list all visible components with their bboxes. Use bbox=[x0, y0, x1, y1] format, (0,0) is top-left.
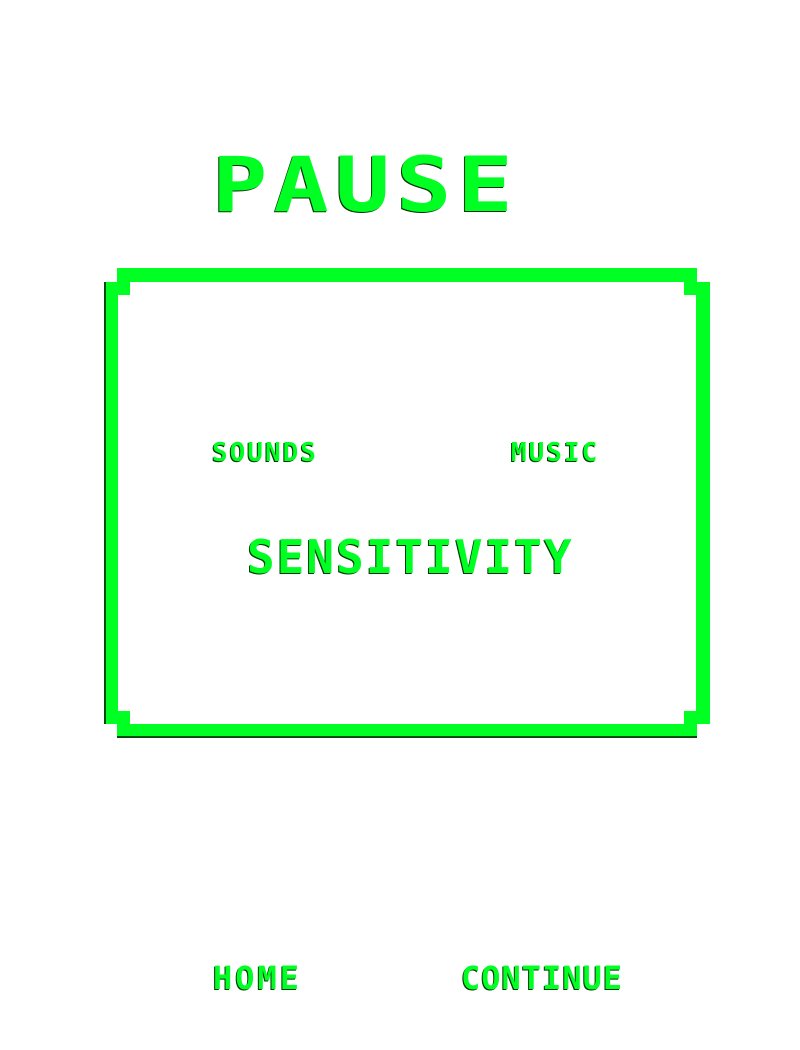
continue-button[interactable]: CONTINUE bbox=[461, 962, 623, 994]
panel-corner-tr bbox=[684, 282, 697, 295]
panel-corner-br bbox=[684, 711, 697, 724]
sounds-option[interactable]: SOUNDS bbox=[212, 440, 318, 466]
panel-shadow-bottom bbox=[117, 736, 697, 738]
music-option[interactable]: MUSIC bbox=[511, 440, 599, 466]
panel-border-right bbox=[696, 282, 710, 724]
panel-shadow-left bbox=[104, 282, 106, 724]
panel-corner-tl bbox=[117, 282, 130, 295]
sensitivity-option[interactable]: SENSITIVITY bbox=[247, 534, 574, 580]
panel-border-left bbox=[104, 282, 118, 724]
home-button[interactable]: HOME bbox=[213, 962, 302, 994]
pause-title: PAUSE bbox=[212, 141, 519, 230]
panel-border-top bbox=[117, 268, 697, 282]
panel-corner-bl bbox=[117, 711, 130, 724]
